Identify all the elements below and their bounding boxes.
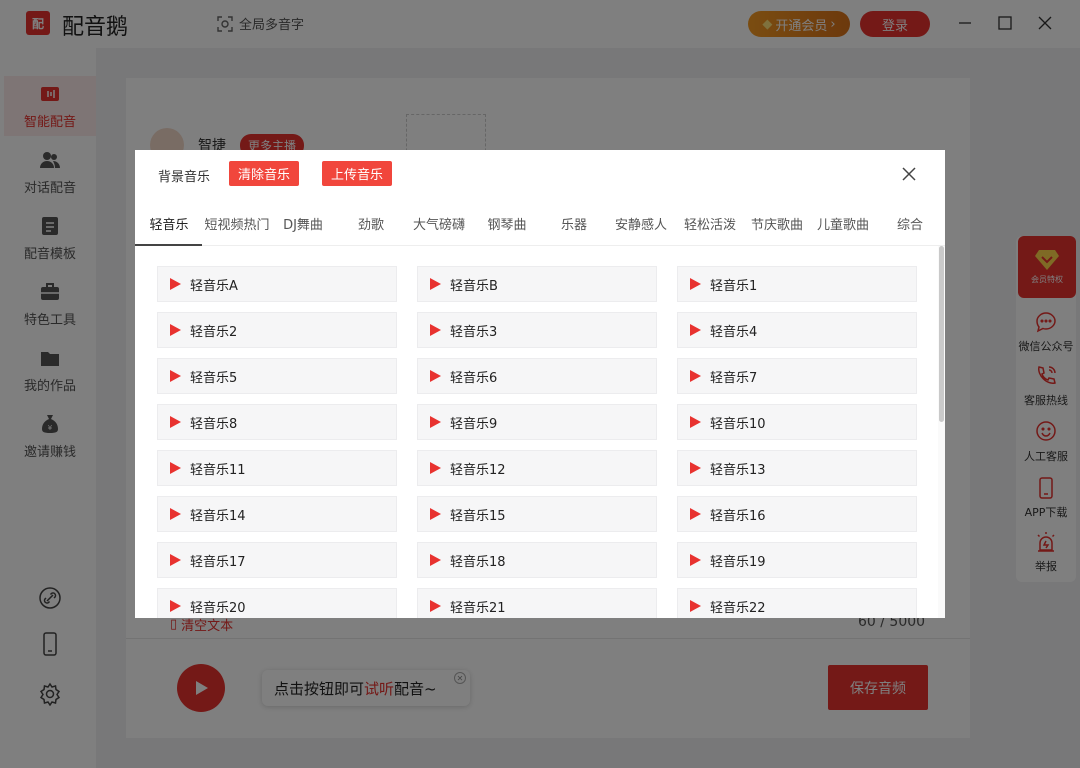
music-track-item[interactable]: 轻音乐2 (157, 312, 397, 348)
music-track-item[interactable]: 轻音乐15 (417, 496, 657, 532)
play-icon (430, 416, 441, 428)
play-icon (690, 324, 701, 336)
tab-music-category[interactable]: 综合 (895, 214, 925, 244)
play-icon (170, 462, 181, 474)
tab-music-category[interactable]: 劲歌 (353, 214, 389, 244)
scrollbar-thumb[interactable] (939, 246, 944, 422)
music-track-name: 轻音乐7 (710, 370, 758, 386)
play-icon (430, 508, 441, 520)
dialog-close-button[interactable] (901, 166, 917, 182)
play-icon (430, 554, 441, 566)
play-icon (170, 416, 181, 428)
music-track-item[interactable]: 轻音乐10 (677, 404, 917, 440)
clear-music-button[interactable]: 清除音乐 (229, 161, 299, 186)
music-track-item[interactable]: 轻音乐20 (157, 588, 397, 618)
music-track-name: 轻音乐21 (450, 600, 506, 616)
music-track-name: 轻音乐2 (190, 324, 238, 340)
music-track-name: 轻音乐4 (710, 324, 758, 340)
play-icon (430, 600, 441, 612)
music-track-name: 轻音乐19 (710, 554, 766, 570)
play-icon (170, 600, 181, 612)
music-track-name: 轻音乐A (190, 278, 238, 294)
music-track-name: 轻音乐6 (450, 370, 498, 386)
music-track-name: 轻音乐3 (450, 324, 498, 340)
play-icon (170, 324, 181, 336)
music-track-name: 轻音乐18 (450, 554, 506, 570)
music-track-item[interactable]: 轻音乐7 (677, 358, 917, 394)
tab-music-category[interactable]: 节庆歌曲 (749, 214, 805, 244)
play-icon (690, 600, 701, 612)
play-icon (690, 462, 701, 474)
music-track-name: 轻音乐12 (450, 462, 506, 478)
music-track-name: 轻音乐10 (710, 416, 766, 432)
music-track-item[interactable]: 轻音乐3 (417, 312, 657, 348)
music-track-item[interactable]: 轻音乐21 (417, 588, 657, 618)
music-track-item[interactable]: 轻音乐9 (417, 404, 657, 440)
tab-music-category[interactable]: 安静感人 (613, 214, 669, 244)
close-icon (902, 167, 916, 181)
tab-music-category[interactable]: 大气磅礴 (411, 214, 467, 244)
music-track-item[interactable]: 轻音乐8 (157, 404, 397, 440)
tab-music-category[interactable]: 轻松活泼 (682, 214, 738, 244)
music-track-item[interactable]: 轻音乐14 (157, 496, 397, 532)
music-track-name: 轻音乐20 (190, 600, 246, 616)
music-track-item[interactable]: 轻音乐17 (157, 542, 397, 578)
play-icon (690, 508, 701, 520)
music-category-tabs: 轻音乐 短视频热门 DJ舞曲 劲歌 大气磅礴 钢琴曲 乐器 安静感人 轻松活泼 节庆歌曲 儿童歌曲综… (135, 206, 945, 246)
play-icon (430, 324, 441, 336)
tab-music-category[interactable]: 短视频热门 (203, 214, 271, 244)
music-track-name: 轻音乐16 (710, 508, 766, 524)
tab-music-category[interactable]: 钢琴曲 (485, 214, 529, 244)
music-track-item[interactable]: 轻音乐19 (677, 542, 917, 578)
dialog-header: 背景音乐 清除音乐 上传音乐 (135, 150, 945, 198)
music-track-item[interactable]: 轻音乐16 (677, 496, 917, 532)
music-track-name: 轻音乐22 (710, 600, 766, 616)
upload-music-button[interactable]: 上传音乐 (322, 161, 392, 186)
music-track-name: 轻音乐B (450, 278, 498, 294)
play-icon (170, 278, 181, 290)
music-track-item[interactable]: 轻音乐12 (417, 450, 657, 486)
play-icon (170, 370, 181, 382)
play-icon (170, 554, 181, 566)
music-track-item[interactable]: 轻音乐13 (677, 450, 917, 486)
background-music-dialog: 背景音乐 清除音乐 上传音乐 轻音乐 短视频热门 DJ舞曲 劲歌 大气磅礴 钢琴曲 乐器 安静… (135, 150, 945, 618)
music-track-name: 轻音乐11 (190, 462, 246, 478)
play-icon (690, 554, 701, 566)
tab-music-category[interactable]: 轻音乐 (149, 214, 189, 244)
music-track-item[interactable]: 轻音乐1 (677, 266, 917, 302)
play-icon (690, 278, 701, 290)
music-track-name: 轻音乐15 (450, 508, 506, 524)
music-track-name: 轻音乐17 (190, 554, 246, 570)
active-tab-indicator (135, 244, 202, 246)
music-track-item[interactable]: 轻音乐22 (677, 588, 917, 618)
music-track-item[interactable]: 轻音乐11 (157, 450, 397, 486)
music-track-name: 轻音乐13 (710, 462, 766, 478)
dialog-title: 背景音乐 (158, 170, 211, 185)
tab-music-category[interactable]: DJ舞曲 (281, 214, 325, 244)
music-track-name: 轻音乐5 (190, 370, 238, 386)
music-track-name: 轻音乐9 (450, 416, 498, 432)
tab-music-category[interactable]: 儿童歌曲 (815, 214, 871, 244)
music-track-item[interactable]: 轻音乐18 (417, 542, 657, 578)
play-icon (170, 508, 181, 520)
tab-music-category[interactable]: 乐器 (559, 214, 589, 244)
music-track-name: 轻音乐14 (190, 508, 246, 524)
music-track-name: 轻音乐1 (710, 278, 758, 294)
music-track-item[interactable]: 轻音乐A (157, 266, 397, 302)
music-track-name: 轻音乐8 (190, 416, 238, 432)
music-track-item[interactable]: 轻音乐5 (157, 358, 397, 394)
play-icon (690, 416, 701, 428)
music-track-item[interactable]: 轻音乐4 (677, 312, 917, 348)
play-icon (690, 370, 701, 382)
play-icon (430, 370, 441, 382)
play-icon (430, 278, 441, 290)
music-track-item[interactable]: 轻音乐6 (417, 358, 657, 394)
play-icon (430, 462, 441, 474)
music-track-item[interactable]: 轻音乐B (417, 266, 657, 302)
